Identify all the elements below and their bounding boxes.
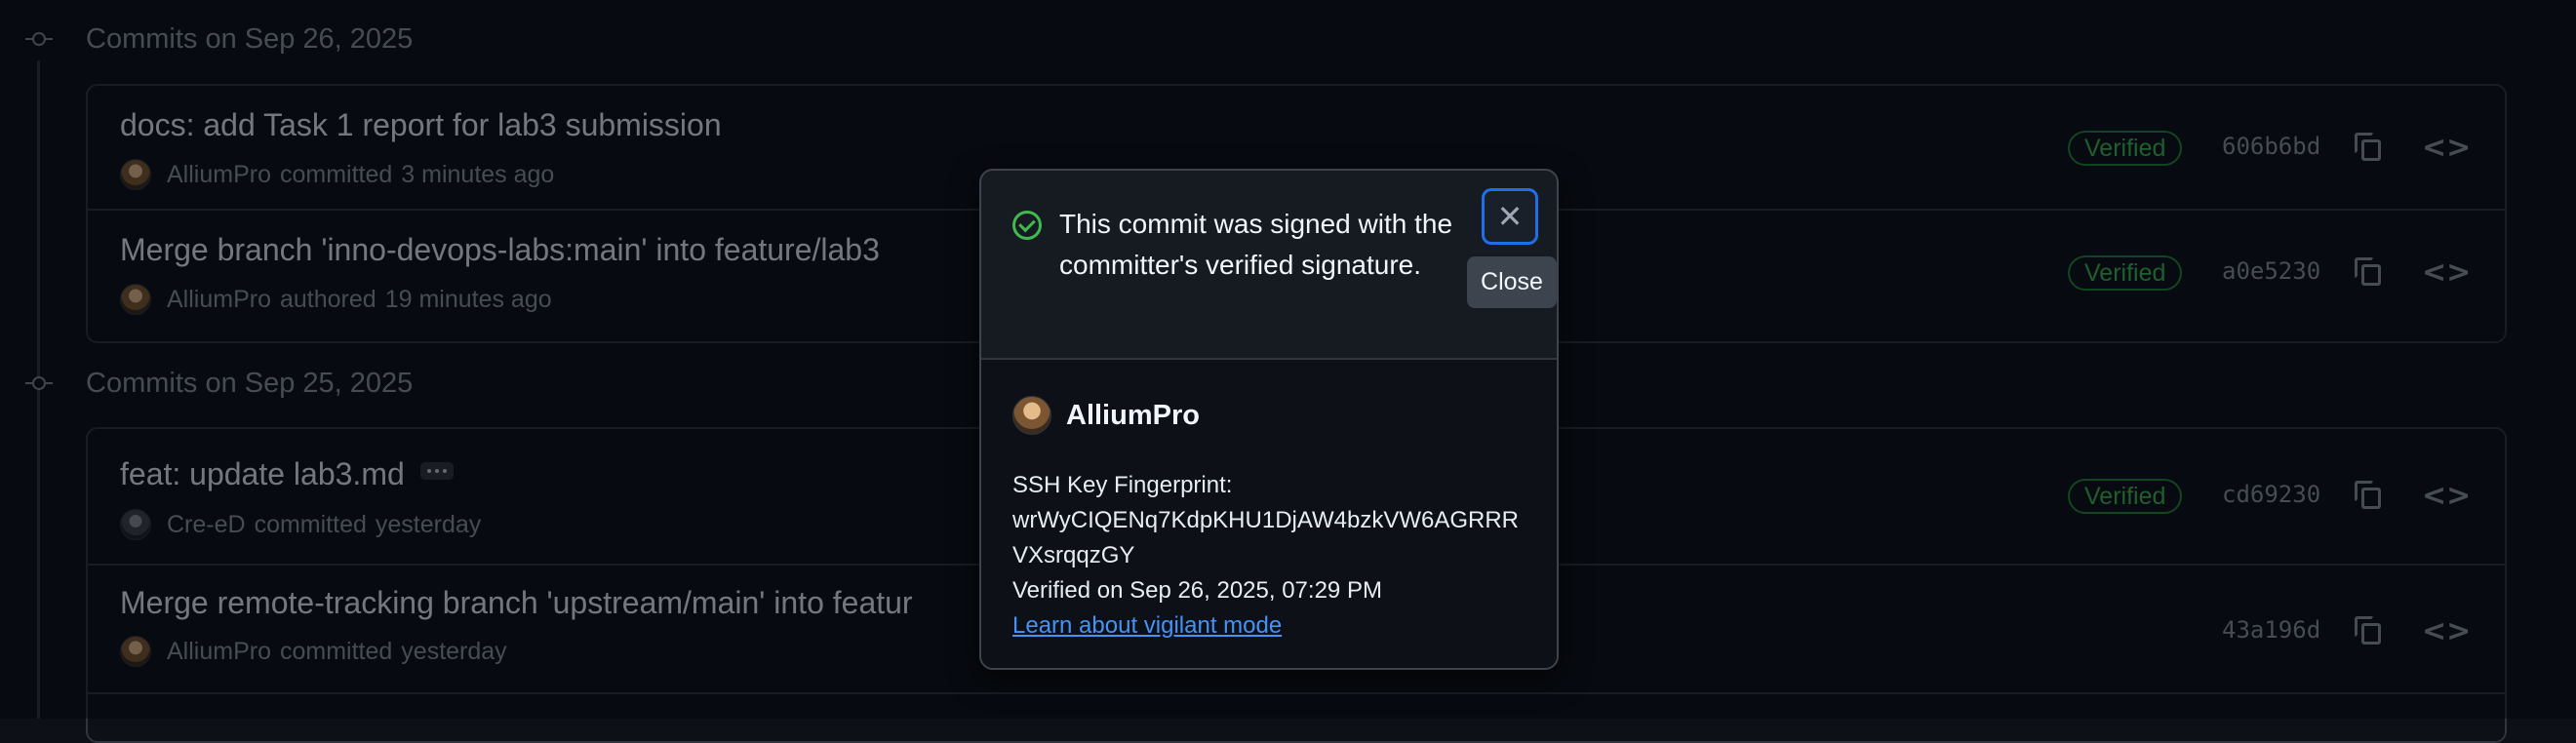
commit-time: 19 minutes ago <box>384 285 552 313</box>
signature-verification-popover: This commit was signed with the committe… <box>979 169 1559 670</box>
avatar[interactable] <box>120 159 151 190</box>
copy-sha-button[interactable] <box>2349 129 2388 168</box>
commit-message-link[interactable]: Merge remote-tracking branch 'upstream/m… <box>120 585 913 621</box>
ssh-key-label: SSH Key Fingerprint: <box>1012 472 1233 498</box>
commit-time: yesterday <box>401 637 507 665</box>
author-link[interactable]: Cre-eD <box>167 511 246 539</box>
commit-message-link[interactable]: Merge branch 'inno-devops-labs:main' int… <box>120 232 880 268</box>
author-link[interactable]: AlliumPro <box>167 638 271 666</box>
browse-code-button[interactable]: <> <box>2422 612 2471 651</box>
copy-icon <box>2361 488 2381 509</box>
expand-message-button[interactable] <box>419 461 454 480</box>
signer-info: AlliumPro <box>1012 396 1200 435</box>
commit-action: committed <box>279 637 393 665</box>
copy-icon <box>2361 139 2381 161</box>
verified-badge[interactable]: Verified <box>2068 255 2183 291</box>
commit-meta: AlliumPro committed yesterday <box>120 636 507 667</box>
commit-title-wrap: feat: update lab3.md <box>120 456 454 492</box>
commit-row <box>88 694 2505 741</box>
commit-meta: AlliumPro committed 3 minutes ago <box>120 159 554 190</box>
author-link[interactable]: AlliumPro <box>167 161 271 189</box>
verified-date: Verified on Sep 26, 2025, 07:29 PM <box>1012 577 1382 604</box>
close-button[interactable]: ✕ <box>1482 188 1538 245</box>
commit-message-link[interactable]: feat: update lab3.md <box>120 456 405 492</box>
close-tooltip: Close <box>1467 256 1557 308</box>
git-commit-icon <box>25 31 53 47</box>
signature-details: SSH Key Fingerprint: wrWyCIQENq7KdpKHU1D… <box>1012 468 1539 644</box>
commit-group-header: Commits on Sep 26, 2025 <box>25 20 413 59</box>
commit-sha-link[interactable]: 606b6bd <box>2222 133 2320 160</box>
copy-icon <box>2361 264 2381 286</box>
vigilant-mode-link[interactable]: Learn about vigilant mode <box>1012 612 1282 639</box>
git-commit-icon <box>25 375 53 391</box>
verified-badge[interactable]: Verified <box>2068 131 2183 166</box>
avatar[interactable] <box>1012 396 1051 435</box>
check-circle-icon <box>1012 211 1042 240</box>
avatar[interactable] <box>120 284 151 315</box>
commit-sha-link[interactable]: 43a196d <box>2222 616 2320 644</box>
copy-sha-button[interactable] <box>2349 612 2388 651</box>
commit-sha-link[interactable]: cd69230 <box>2222 481 2320 508</box>
copy-icon <box>2361 623 2381 645</box>
verification-message: This commit was signed with the committe… <box>1059 209 1453 280</box>
commit-message-link[interactable]: docs: add Task 1 report for lab3 submiss… <box>120 107 722 143</box>
verified-badge[interactable]: Verified <box>2068 479 2183 514</box>
browse-code-button[interactable]: <> <box>2422 129 2471 168</box>
popover-body: AlliumPro SSH Key Fingerprint: wrWyCIQEN… <box>981 360 1557 668</box>
commit-time: yesterday <box>375 510 482 538</box>
commit-action: authored <box>279 285 376 313</box>
signer-username-link[interactable]: AlliumPro <box>1066 400 1200 432</box>
commit-sha-link[interactable]: a0e5230 <box>2222 257 2320 285</box>
avatar[interactable] <box>120 509 151 540</box>
author-link[interactable]: AlliumPro <box>167 286 271 314</box>
popover-header: This commit was signed with the committe… <box>981 171 1557 360</box>
browse-code-button[interactable]: <> <box>2422 254 2471 293</box>
commit-meta: AlliumPro authored 19 minutes ago <box>120 284 552 315</box>
commit-group-header: Commits on Sep 25, 2025 <box>25 364 413 403</box>
avatar[interactable] <box>120 636 151 667</box>
ssh-key-fingerprint: wrWyCIQENq7KdpKHU1DjAW4bzkVW6AGRRR <box>1012 507 1519 533</box>
copy-sha-button[interactable] <box>2349 477 2388 516</box>
commit-action: committed <box>254 510 367 538</box>
commit-action: committed <box>279 160 393 188</box>
group-date-title: Commits on Sep 26, 2025 <box>86 22 414 55</box>
commit-time: 3 minutes ago <box>401 160 555 188</box>
group-date-title: Commits on Sep 25, 2025 <box>86 367 414 399</box>
commit-meta: Cre-eD committed yesterday <box>120 509 481 540</box>
ssh-key-fingerprint: VXsrqqzGY <box>1012 542 1135 568</box>
browse-code-button[interactable]: <> <box>2422 477 2471 516</box>
copy-sha-button[interactable] <box>2349 254 2388 293</box>
